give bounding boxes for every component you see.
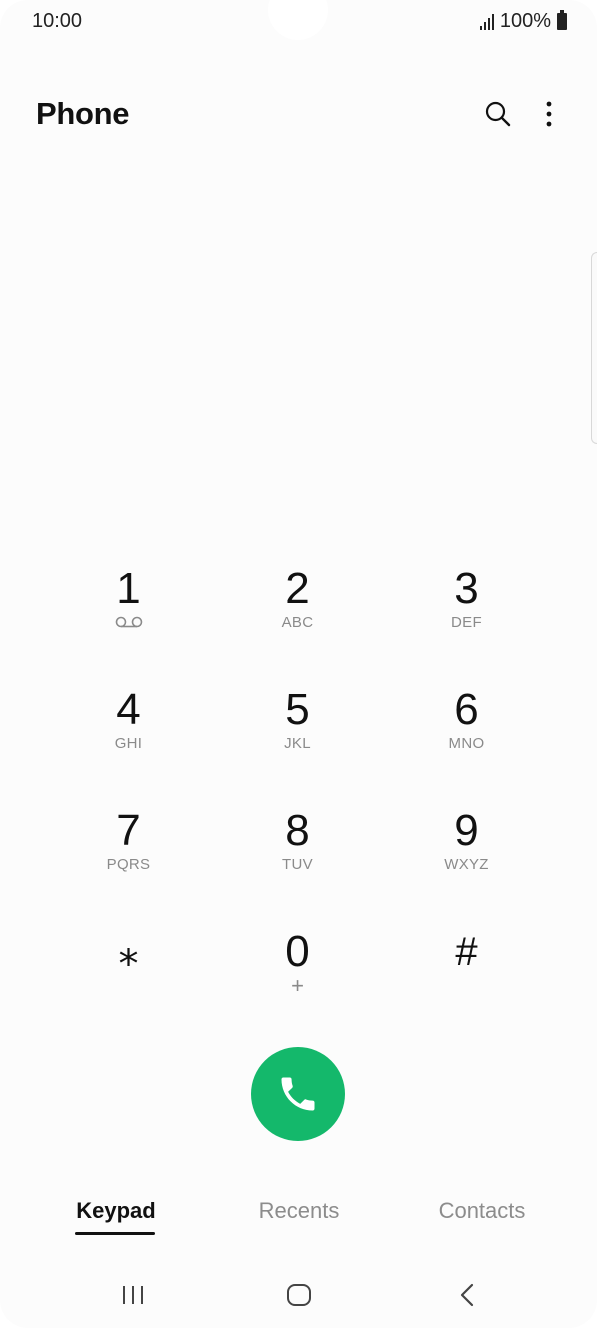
search-button[interactable]: [478, 94, 518, 134]
more-options-icon: [546, 101, 552, 127]
selected-tab-indicator: [75, 1232, 155, 1235]
status-time: 10:00: [32, 10, 83, 32]
key-2[interactable]: 2 ABC: [213, 548, 382, 669]
key-letters: JKL: [284, 735, 311, 752]
key-letters: ABC: [281, 614, 314, 631]
home-button[interactable]: [277, 1278, 321, 1312]
recent-apps-button[interactable]: [111, 1278, 155, 1312]
home-icon: [287, 1284, 311, 1306]
key-5[interactable]: 5 JKL: [213, 669, 382, 790]
key-digit: 0: [285, 927, 310, 976]
key-hash[interactable]: #: [382, 911, 551, 1032]
back-icon: [460, 1283, 474, 1307]
key-7[interactable]: 7 PQRS: [44, 790, 213, 911]
status-bar: 10:00 100%: [0, 0, 597, 46]
key-star[interactable]: ⁎: [44, 911, 213, 1032]
navigation-bar: [0, 1268, 597, 1322]
edge-panel-handle[interactable]: [591, 252, 597, 444]
dial-keypad: 1 2 ABC 3 DEF 4 GHI 5 JKL 6 MNO 7 PQRS 8…: [44, 548, 552, 1032]
key-letters: DEF: [451, 614, 482, 631]
status-indicators: 100%: [479, 9, 567, 33]
key-digit: 2: [285, 564, 310, 613]
key-letters: WXYZ: [444, 856, 489, 873]
tab-contacts[interactable]: Contacts: [428, 1198, 536, 1224]
key-4[interactable]: 4 GHI: [44, 669, 213, 790]
key-digit: 1: [116, 564, 141, 613]
key-digit: ⁎: [118, 930, 139, 974]
call-button[interactable]: [251, 1047, 345, 1141]
key-digit: 7: [116, 806, 141, 855]
page-title: Phone: [36, 96, 130, 131]
signal-icon: [479, 13, 494, 30]
camera-notch: [268, 0, 328, 40]
key-0[interactable]: 0 +: [213, 911, 382, 1032]
key-digit: 6: [454, 685, 479, 734]
back-button[interactable]: [445, 1278, 489, 1312]
key-digit: 4: [116, 685, 141, 734]
key-digit: 3: [454, 564, 479, 613]
phone-screen: 10:00 100% Phone 1 2 ABC 3 DEF 4 GHI 5 J…: [0, 0, 597, 1328]
key-letters: GHI: [114, 735, 143, 752]
tab-keypad[interactable]: Keypad: [74, 1198, 158, 1224]
key-letters: +: [291, 973, 304, 998]
battery-percent: 100%: [499, 10, 551, 32]
voicemail-icon: [115, 616, 142, 628]
key-digit: 5: [285, 685, 310, 734]
more-options-button[interactable]: [529, 94, 569, 134]
key-digit: #: [455, 930, 478, 974]
phone-icon: [281, 1077, 315, 1111]
key-3[interactable]: 3 DEF: [382, 548, 551, 669]
key-digit: 9: [454, 806, 479, 855]
recent-apps-icon: [123, 1286, 143, 1304]
key-letters: PQRS: [106, 856, 151, 873]
key-6[interactable]: 6 MNO: [382, 669, 551, 790]
battery-icon: [557, 9, 567, 30]
key-1[interactable]: 1: [44, 548, 213, 669]
tab-recents[interactable]: Recents: [248, 1198, 350, 1224]
key-letters: MNO: [448, 735, 485, 752]
key-9[interactable]: 9 WXYZ: [382, 790, 551, 911]
key-letters: TUV: [282, 856, 313, 873]
key-digit: 8: [285, 806, 310, 855]
key-8[interactable]: 8 TUV: [213, 790, 382, 911]
search-icon: [485, 101, 511, 127]
bottom-tabs: Keypad Recents Contacts: [0, 1198, 597, 1248]
